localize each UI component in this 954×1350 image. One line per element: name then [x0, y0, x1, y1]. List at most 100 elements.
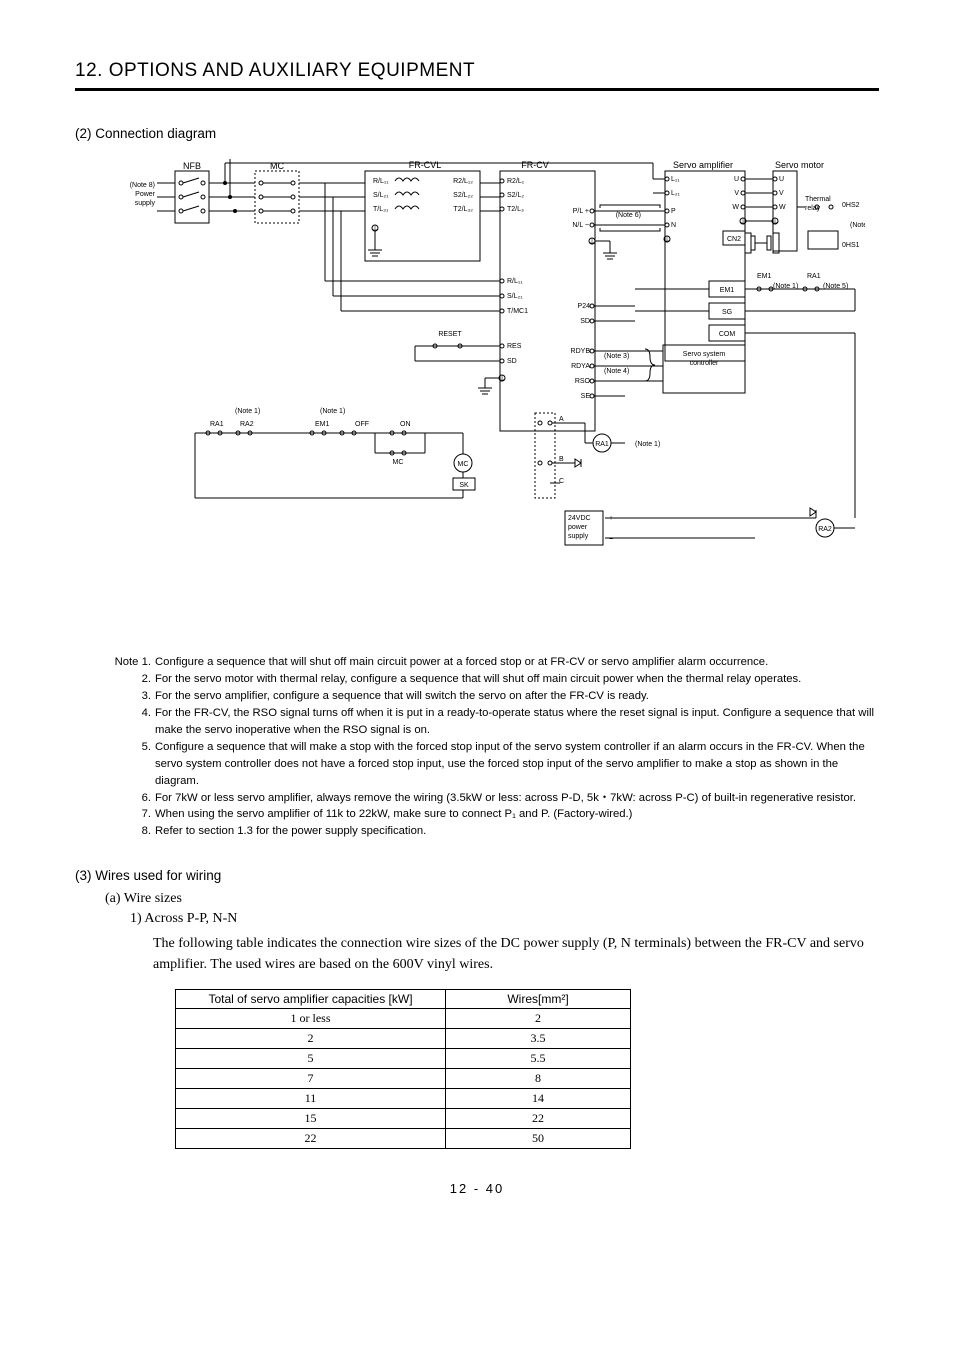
svg-text:S2/L₂₂: S2/L₂₂ [453, 192, 473, 199]
table-row: 55.5 [176, 1049, 631, 1069]
svg-text:Servo systemcontroller: Servo systemcontroller [683, 351, 726, 367]
svg-text:NFB: NFB [183, 161, 201, 171]
table-row: 78 [176, 1069, 631, 1089]
svg-text:(Note 6): (Note 6) [616, 212, 641, 219]
svg-text:FR-CV: FR-CV [521, 160, 549, 170]
svg-text:SK: SK [459, 482, 469, 489]
svg-text:T/L₃₁: T/L₃₁ [373, 206, 389, 213]
section-2-heading: (2) Connection diagram [75, 126, 879, 141]
svg-text:L₁₁: L₁₁ [671, 176, 680, 183]
wiring-diagram-svg: FR-CVL FR-CV Servo amplifier Servo motor… [105, 153, 865, 633]
svg-text:SD: SD [580, 318, 590, 325]
svg-text:W: W [732, 204, 739, 211]
svg-text:T2/L₃₂: T2/L₃₂ [453, 206, 473, 213]
svg-text:RA1: RA1 [210, 421, 224, 428]
svg-text:R2/L₁₂: R2/L₁₂ [453, 178, 473, 185]
svg-text:RA2: RA2 [240, 421, 254, 428]
svg-text:RES: RES [507, 343, 522, 350]
table-row: 2250 [176, 1129, 631, 1149]
section-3-heading: (3) Wires used for wiring [75, 868, 879, 883]
svg-text:0HS2: 0HS2 [842, 202, 860, 209]
svg-text:S2/L₂: S2/L₂ [507, 192, 524, 199]
svg-text:R/L₁₁: R/L₁₁ [507, 278, 523, 285]
svg-text:P/L +: P/L + [573, 208, 589, 215]
svg-text:Servo amplifier: Servo amplifier [673, 160, 733, 170]
table-header-wires: Wires[mm²] [446, 990, 631, 1009]
page-number: 12 - 40 [75, 1181, 879, 1196]
note-3: For the servo amplifier, configure a seq… [155, 688, 879, 705]
svg-text:RDYB: RDYB [571, 348, 591, 355]
note-5: Configure a sequence that will make a st… [155, 739, 879, 790]
diagram-notes: Note 1.Configure a sequence that will sh… [109, 654, 879, 840]
svg-text:SE: SE [581, 393, 591, 400]
table-row: 1522 [176, 1109, 631, 1129]
svg-text:N/L −: N/L − [572, 222, 589, 229]
svg-text:(Note 2): (Note 2) [850, 222, 865, 229]
note-8: Refer to section 1.3 for the power suppl… [155, 823, 879, 840]
table-row: 23.5 [176, 1029, 631, 1049]
svg-text:RA2: RA2 [818, 526, 832, 533]
chapter-title: 12. OPTIONS AND AUXILIARY EQUIPMENT [75, 60, 879, 91]
svg-text:OFF: OFF [355, 421, 369, 428]
svg-text:Thermalrelay: Thermalrelay [805, 196, 831, 212]
svg-text:FR-CVL: FR-CVL [409, 160, 442, 170]
svg-text:SG: SG [722, 309, 732, 316]
svg-text:EM1: EM1 [757, 273, 772, 280]
svg-text:SD: SD [507, 358, 517, 365]
svg-text:power: power [568, 524, 588, 531]
note-4: For the FR-CV, the RSO signal turns off … [155, 705, 879, 739]
svg-text:0HS1: 0HS1 [842, 242, 860, 249]
note-1: Configure a sequence that will shut off … [155, 654, 879, 671]
svg-text:MC: MC [458, 461, 469, 468]
svg-text:EM1: EM1 [315, 421, 330, 428]
svg-text:(Note 3): (Note 3) [604, 353, 629, 360]
svg-text:U: U [734, 176, 739, 183]
svg-text:(Note 4): (Note 4) [604, 368, 629, 375]
svg-text:L₂₁: L₂₁ [671, 190, 681, 197]
svg-text:RSO: RSO [575, 378, 591, 385]
svg-text:COM: COM [719, 331, 736, 338]
table-row: 1 or less2 [176, 1009, 631, 1029]
svg-text:CN2: CN2 [727, 236, 741, 243]
svg-text:(Note 8)Powersupply: (Note 8)Powersupply [130, 182, 156, 207]
subsection-a-1: 1) Across P-P, N-N [130, 911, 879, 927]
svg-text:(Note 1): (Note 1) [235, 408, 260, 415]
svg-text:MC: MC [393, 459, 404, 466]
svg-text:V: V [734, 190, 739, 197]
svg-text:RESET: RESET [438, 331, 462, 338]
svg-text:⏚: ⏚ [740, 218, 747, 226]
svg-text:T2/L₃: T2/L₃ [507, 206, 524, 213]
svg-text:(Note 1): (Note 1) [320, 408, 345, 415]
svg-text:B: B [559, 456, 564, 463]
svg-text:ON: ON [400, 421, 411, 428]
svg-text:U: U [779, 176, 784, 183]
svg-text:⏚: ⏚ [664, 236, 671, 244]
svg-text:R2/L₁: R2/L₁ [507, 178, 525, 185]
note-7: When using the servo amplifier of 11k to… [155, 806, 879, 823]
svg-text:T/MC1: T/MC1 [507, 308, 528, 315]
svg-text:P: P [671, 208, 676, 215]
svg-text:⏚: ⏚ [499, 375, 506, 383]
svg-text:P24: P24 [578, 303, 591, 310]
svg-text:⏚: ⏚ [589, 238, 596, 246]
svg-text:⏚: ⏚ [772, 218, 779, 226]
svg-text:N: N [671, 222, 676, 229]
svg-text:RA1: RA1 [595, 441, 609, 448]
wire-size-table: Total of servo amplifier capacities [kW]… [175, 989, 631, 1149]
note-2: For the servo motor with thermal relay, … [155, 671, 879, 688]
svg-text:RDYA: RDYA [571, 363, 590, 370]
subsection-a: (a) Wire sizes [105, 891, 879, 907]
wire-size-body: The following table indicates the connec… [153, 933, 879, 975]
svg-text:S/L₂₁: S/L₂₁ [507, 293, 523, 300]
note-6: For 7kW or less servo amplifier, always … [155, 790, 879, 807]
table-header-capacity: Total of servo amplifier capacities [kW] [176, 990, 446, 1009]
connection-diagram: FR-CVL FR-CV Servo amplifier Servo motor… [105, 153, 879, 636]
svg-text:V: V [779, 190, 784, 197]
svg-text:A: A [559, 416, 564, 423]
svg-text:Servo motor: Servo motor [775, 160, 824, 170]
svg-text:24VDC: 24VDC [568, 515, 591, 522]
svg-text:EM1: EM1 [720, 287, 735, 294]
svg-text:R/L₁₁: R/L₁₁ [373, 178, 389, 185]
svg-text:S/L₂₁: S/L₂₁ [373, 192, 389, 199]
svg-text:(Note 1): (Note 1) [635, 441, 660, 448]
